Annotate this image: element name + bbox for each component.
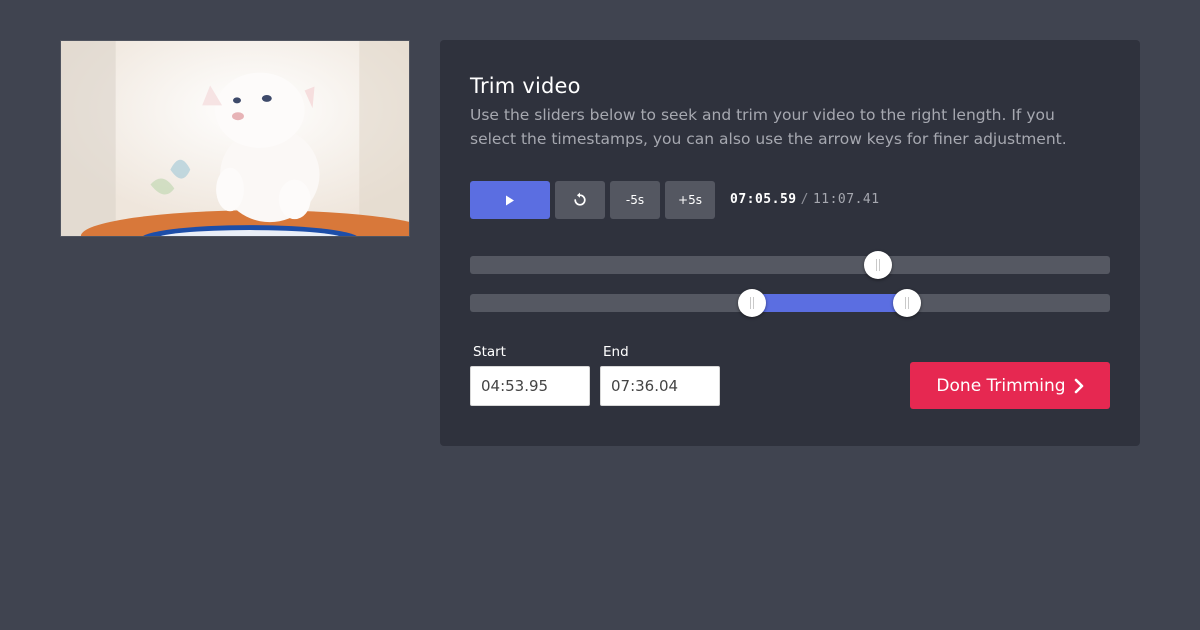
trim-start-handle[interactable] — [738, 289, 767, 317]
time-readout: 07:05.59/11:07.41 — [730, 192, 880, 207]
done-trimming-label: Done Trimming — [936, 375, 1066, 396]
play-icon — [506, 195, 514, 205]
time-separator: / — [800, 192, 809, 207]
skip-back-5s-button[interactable]: -5s — [610, 181, 660, 219]
seek-slider[interactable] — [470, 251, 1110, 279]
replay-icon — [574, 192, 586, 206]
trim-end-handle[interactable] — [893, 289, 922, 317]
end-label: End — [603, 344, 629, 360]
video-preview[interactable] — [60, 40, 410, 237]
trim-panel: Trim video Use the sliders below to seek… — [440, 40, 1140, 446]
start-time-field[interactable] — [470, 366, 590, 406]
play-button[interactable] — [470, 181, 550, 219]
seek-handle[interactable] — [863, 251, 892, 279]
panel-description: Use the sliders below to seek and trim y… — [470, 106, 1067, 148]
video-frame-kitten — [61, 41, 409, 236]
current-time: 07:05.59 — [730, 192, 797, 207]
start-label: Start — [473, 344, 506, 360]
end-time-field[interactable] — [600, 366, 720, 406]
chevron-right-icon — [1074, 378, 1083, 393]
trim-slider[interactable] — [470, 289, 1110, 317]
trim-range-fill — [752, 294, 908, 312]
total-time: 11:07.41 — [812, 192, 880, 207]
skip-forward-5s-button[interactable]: +5s — [665, 181, 715, 219]
replay-button[interactable] — [555, 181, 605, 219]
done-trimming-button[interactable]: Done Trimming — [910, 362, 1110, 409]
panel-title: Trim video — [470, 74, 581, 98]
